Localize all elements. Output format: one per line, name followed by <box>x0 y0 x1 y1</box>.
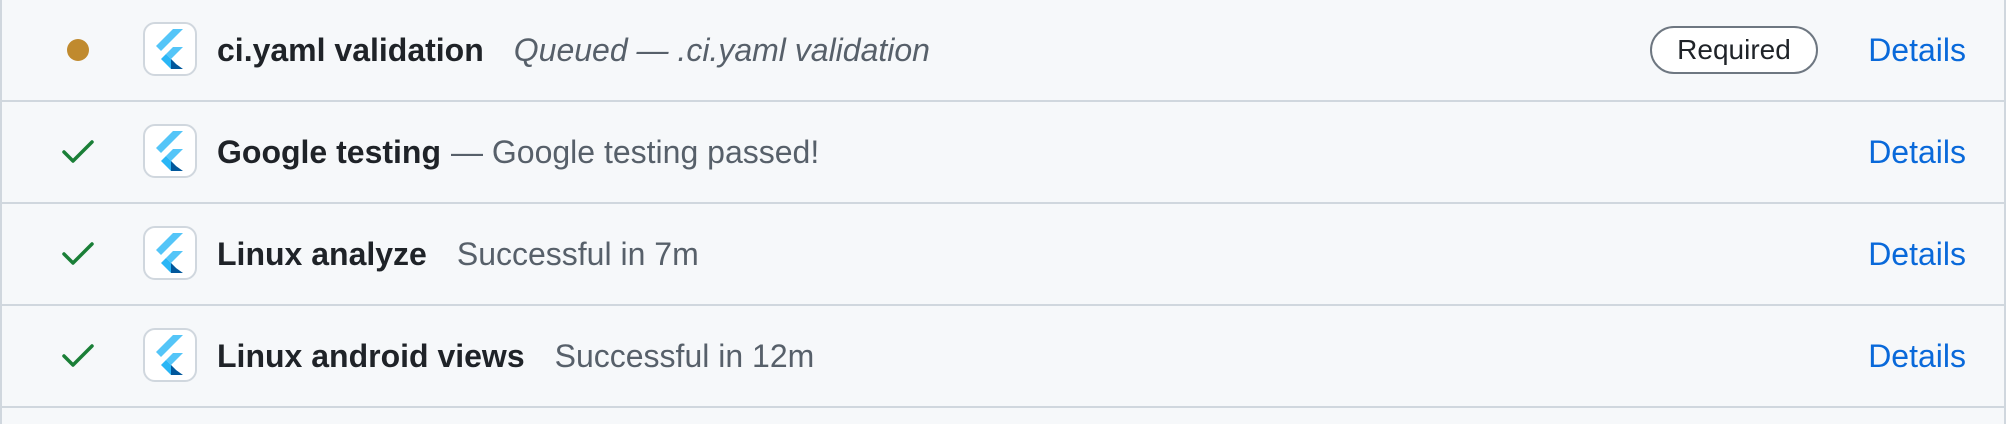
details-link[interactable]: Details <box>1868 102 1966 202</box>
check-name[interactable]: ci.yaml validation <box>217 32 484 69</box>
check-text: Linux analyze Successful in 7m <box>217 204 699 304</box>
check-row-linux-analyze: Linux analyze Successful in 7m Details <box>2 204 2004 306</box>
checkmark-icon <box>58 102 98 202</box>
flutter-logo-icon[interactable] <box>143 22 197 76</box>
check-name[interactable]: Linux android views <box>217 338 525 375</box>
check-row-ci-yaml-validation: ci.yaml validation Queued — .ci.yaml val… <box>2 0 2004 102</box>
check-row-linux-android-views: Linux android views Successful in 12m De… <box>2 306 2004 408</box>
check-description: Queued — .ci.yaml validation <box>513 31 930 68</box>
checkmark-icon <box>58 204 98 304</box>
check-name[interactable]: Google testing <box>217 134 441 171</box>
check-description: — Google testing passed! <box>451 133 820 170</box>
checks-list: ci.yaml validation Queued — .ci.yaml val… <box>0 0 2006 424</box>
details-link[interactable]: Details <box>1868 204 1966 304</box>
check-name[interactable]: Linux analyze <box>217 236 427 273</box>
check-description: Successful in 7m <box>456 235 699 272</box>
check-row-google-testing: Google testing — Google testing passed! … <box>2 102 2004 204</box>
queued-dot-icon <box>58 0 98 100</box>
checkmark-icon <box>58 306 98 406</box>
check-text: ci.yaml validation Queued — .ci.yaml val… <box>217 0 930 100</box>
details-link[interactable]: Details <box>1868 0 1966 100</box>
flutter-logo-icon[interactable] <box>143 328 197 382</box>
flutter-logo-icon[interactable] <box>143 124 197 178</box>
details-link[interactable]: Details <box>1868 306 1966 406</box>
flutter-logo-icon[interactable] <box>143 226 197 280</box>
required-badge: Required <box>1650 26 1818 74</box>
check-text: Google testing — Google testing passed! <box>217 102 819 202</box>
check-text: Linux android views Successful in 12m <box>217 306 814 406</box>
check-description: Successful in 12m <box>554 337 815 374</box>
check-row-partial <box>2 408 2004 424</box>
